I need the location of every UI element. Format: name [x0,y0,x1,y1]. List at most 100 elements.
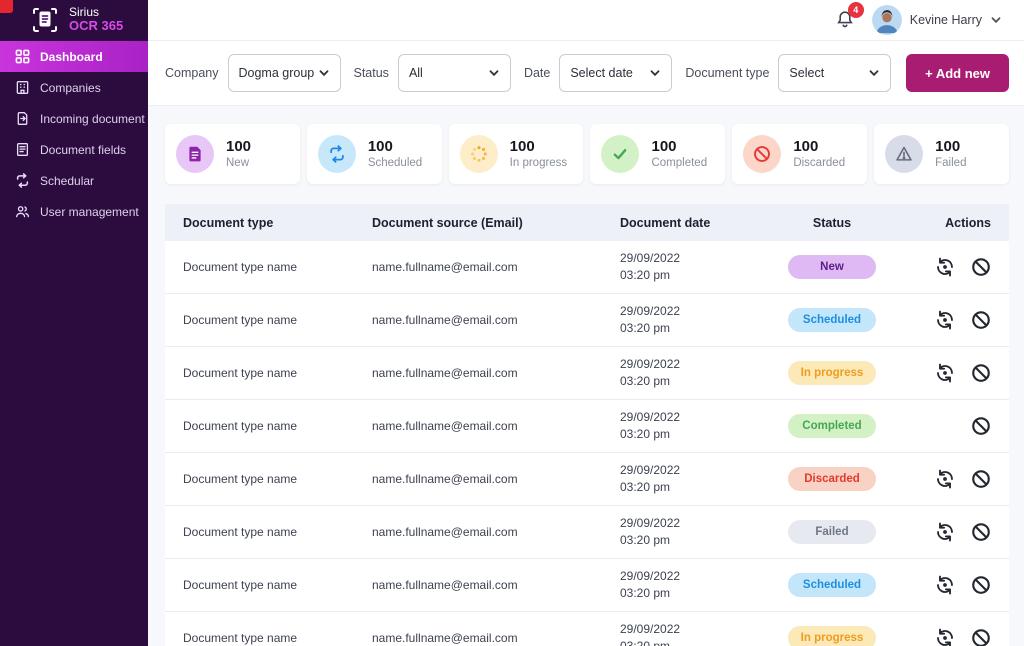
cell-document-source: name.fullname@email.com [372,313,612,327]
cell-document-date: 29/09/2022 03:20 pm [612,568,762,603]
col-document-type: Document type [165,216,372,230]
filter-selected-value: Select date [570,66,633,80]
filter-bar: Company Dogma group Status All Date Sele… [148,41,1024,106]
sidebar: Sirius OCR 365 Dashboard Companies Incom… [0,0,148,646]
sidebar-item-label: User management [40,205,139,219]
notification-count-badge: 4 [848,2,864,18]
sidebar-item-document-fields[interactable]: Document fields [0,134,148,165]
status-badge: Failed [788,520,876,544]
stat-card-scheduled: 100 Scheduled [307,124,442,184]
sirius-scan-logo-icon [30,5,60,35]
sync-icon[interactable] [935,310,955,330]
stat-value: 100 [651,137,707,157]
cell-actions [902,469,1009,489]
stat-value: 100 [226,137,251,157]
cell-document-date: 29/09/2022 03:20 pm [612,356,762,391]
cell-document-date: 29/09/2022 03:20 pm [612,462,762,497]
ban-icon[interactable] [971,469,991,489]
company-select[interactable]: Dogma group [228,54,341,92]
stat-label: Failed [935,156,966,171]
chevron-down-icon [649,67,661,79]
stat-card-discarded: 100 Discarded [732,124,867,184]
document-type-select[interactable]: Select [778,54,891,92]
stat-value: 100 [368,137,422,157]
filter-label: Document type [685,66,769,80]
add-new-button[interactable]: + Add new [906,54,1009,92]
status-select[interactable]: All [398,54,511,92]
cell-document-source: name.fullname@email.com [372,472,612,486]
top-bar: 4 Kevine Harry [148,0,1024,41]
date-select[interactable]: Select date [559,54,672,92]
cell-document-source: name.fullname@email.com [372,366,612,380]
stat-value: 100 [935,137,966,157]
filter-label: Status [354,66,389,80]
filter-group-status: Status All [354,54,511,92]
sync-icon[interactable] [935,628,955,646]
col-document-date: Document date [612,216,762,230]
status-badge: Discarded [788,467,876,491]
sidebar-item-companies[interactable]: Companies [0,72,148,103]
ban-icon[interactable] [971,522,991,542]
ban-icon[interactable] [971,416,991,436]
col-actions: Actions [902,216,1009,230]
brand-line2: OCR 365 [69,19,123,34]
user-name: Kevine Harry [910,13,982,27]
sync-icon[interactable] [935,257,955,277]
sync-icon[interactable] [935,469,955,489]
sidebar-item-incoming-document[interactable]: Incoming document [0,103,148,134]
document-fields-icon [15,142,30,157]
sync-icon[interactable] [935,575,955,595]
stat-card-failed: 100 Failed [874,124,1009,184]
cell-document-date: 29/09/2022 03:20 pm [612,409,762,444]
building-icon [15,80,30,95]
cell-actions [902,310,1009,330]
user-menu[interactable]: Kevine Harry [872,5,1002,35]
brand-logo: Sirius OCR 365 [0,0,148,41]
col-document-source: Document source (Email) [372,216,612,230]
stat-label: Scheduled [368,156,422,171]
cell-document-date: 29/09/2022 03:20 pm [612,515,762,550]
ban-icon[interactable] [971,310,991,330]
cell-document-date: 29/09/2022 03:20 pm [612,621,762,646]
cell-document-type: Document type name [165,366,372,380]
cell-actions [902,363,1009,383]
stat-card-completed: 100 Completed [590,124,725,184]
stat-label: New [226,156,251,171]
red-corner-marker [0,0,13,13]
chevron-down-icon [318,67,330,79]
col-status: Status [762,216,902,230]
sidebar-item-user-management[interactable]: User management [0,196,148,227]
stat-cards-row: 100 New 100 Scheduled 100 In progress 10… [165,124,1009,184]
sidebar-item-label: Schedular [40,174,94,188]
ban-icon[interactable] [971,575,991,595]
chevron-down-icon [868,67,880,79]
sidebar-nav: Dashboard Companies Incoming document Do… [0,41,148,227]
table-row: Document type name name.fullname@email.c… [165,559,1009,612]
ban-icon[interactable] [971,363,991,383]
table-body: Document type name name.fullname@email.c… [165,241,1009,646]
cell-document-type: Document type name [165,525,372,539]
ban-icon[interactable] [971,257,991,277]
filter-selected-value: Select [789,66,824,80]
table-row: Document type name name.fullname@email.c… [165,294,1009,347]
cell-document-type: Document type name [165,472,372,486]
cell-document-source: name.fullname@email.com [372,260,612,274]
dashboard-grid-icon [15,49,30,64]
cell-document-source: name.fullname@email.com [372,419,612,433]
spinner-icon [460,135,498,173]
stat-card-new: 100 New [165,124,300,184]
sync-icon[interactable] [935,522,955,542]
sidebar-item-dashboard[interactable]: Dashboard [0,41,148,72]
sync-icon[interactable] [935,363,955,383]
table-row: Document type name name.fullname@email.c… [165,453,1009,506]
check-icon [601,135,639,173]
table-header-row: Document type Document source (Email) Do… [165,204,1009,241]
table-row: Document type name name.fullname@email.c… [165,506,1009,559]
filter-group-company: Company Dogma group [165,54,341,92]
table-row: Document type name name.fullname@email.c… [165,347,1009,400]
ban-icon[interactable] [971,628,991,646]
cell-document-type: Document type name [165,631,372,645]
stat-label: Discarded [793,156,845,171]
sidebar-item-schedular[interactable]: Schedular [0,165,148,196]
notifications-button[interactable]: 4 [834,9,856,31]
